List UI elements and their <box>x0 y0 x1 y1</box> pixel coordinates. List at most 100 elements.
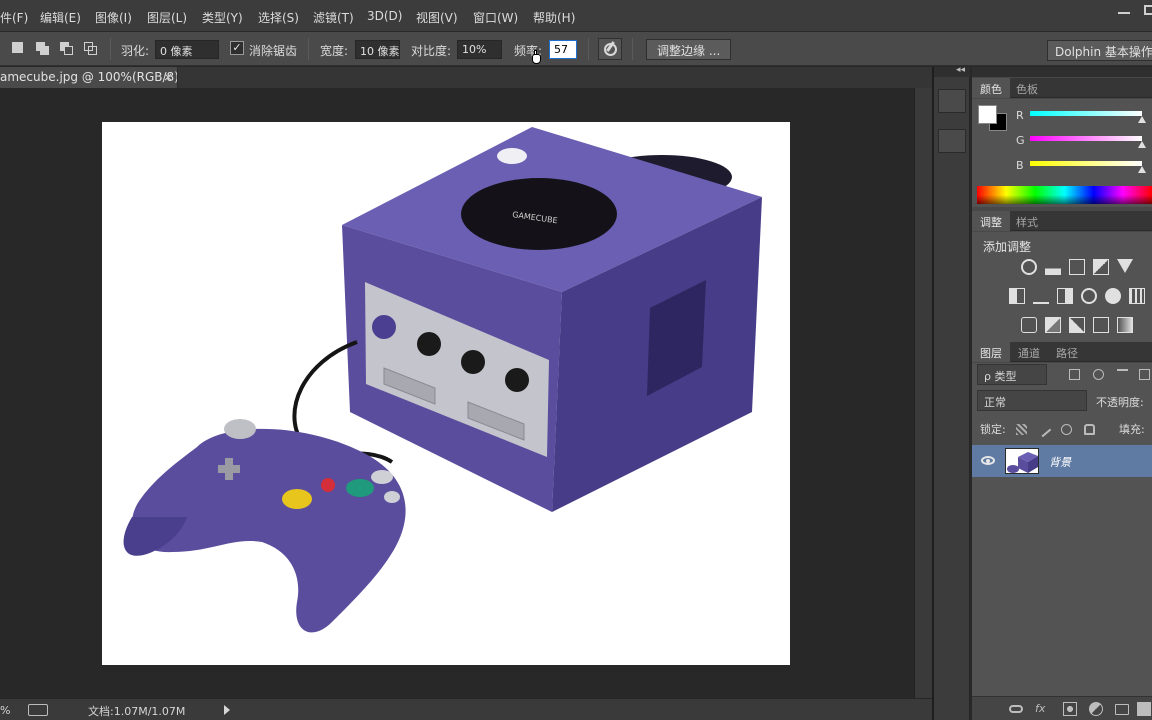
separator <box>632 38 633 60</box>
new-layer-icon[interactable] <box>1137 702 1151 716</box>
channel-b-label: B <box>1016 159 1024 172</box>
maximize-icon[interactable] <box>1134 2 1152 18</box>
filter-shape-icon[interactable] <box>1139 369 1150 380</box>
vertical-scrollbar[interactable] <box>914 88 932 698</box>
status-info-icon[interactable] <box>28 704 48 716</box>
color-spectrum-bar[interactable] <box>977 186 1152 204</box>
refine-edge-button[interactable]: 调整边缘 ... <box>646 39 732 60</box>
curves-icon[interactable] <box>1069 259 1085 275</box>
close-tab-icon[interactable]: × <box>163 70 173 84</box>
filter-type-icon[interactable] <box>1117 369 1128 380</box>
panel-dock: 颜色 色板 R G B 调整 样式 添加调整 图层 通道 路径 ρ 类型 正常 … <box>972 67 1152 720</box>
channel-b-thumb[interactable] <box>1138 166 1146 173</box>
properties-panel-icon[interactable] <box>938 129 966 153</box>
menu-view[interactable]: 视图(V) <box>416 9 458 26</box>
menu-edit[interactable]: 编辑(E) <box>40 9 81 26</box>
layer-row-background[interactable]: 背景 <box>972 445 1152 477</box>
workspace-switcher[interactable]: Dolphin 基本操作窗口 <box>1047 40 1152 61</box>
status-bar: % 文档:1.07M/1.07M <box>0 698 932 720</box>
threshold-icon[interactable] <box>1069 317 1085 333</box>
vibrance-icon[interactable] <box>1117 259 1133 273</box>
channel-b-slider[interactable] <box>1030 161 1142 166</box>
menu-window[interactable]: 窗口(W) <box>473 9 518 26</box>
filter-adjustment-icon[interactable] <box>1093 369 1104 380</box>
link-layers-icon[interactable] <box>1009 705 1023 713</box>
photo-filter-icon[interactable] <box>1081 288 1097 304</box>
document-tab[interactable]: amecube.jpg @ 100%(RGB/8) × <box>0 67 178 88</box>
add-mask-icon[interactable] <box>1063 702 1077 716</box>
fx-icon[interactable]: fx <box>1035 702 1049 716</box>
image-canvas[interactable]: GAMECUBE <box>102 122 790 665</box>
tab-paths[interactable]: 路径 <box>1048 342 1086 362</box>
new-adjustment-icon[interactable] <box>1089 702 1103 716</box>
lock-brush-icon[interactable] <box>1035 421 1052 438</box>
layer-filter-select[interactable]: ρ 类型 <box>977 364 1047 385</box>
tab-styles[interactable]: 样式 <box>1008 211 1046 231</box>
menu-image[interactable]: 图像(I) <box>95 9 132 26</box>
channel-g-thumb[interactable] <box>1138 141 1146 148</box>
selective-color-icon[interactable] <box>1093 317 1109 333</box>
stylus-pressure-icon[interactable] <box>598 38 622 60</box>
tab-color[interactable]: 颜色 <box>972 78 1010 98</box>
color-balance-icon[interactable] <box>1033 288 1049 304</box>
lock-label: 锁定: <box>980 423 1006 436</box>
color-panel-tabs: 颜色 色板 <box>972 78 1152 98</box>
channel-r-thumb[interactable] <box>1138 116 1146 123</box>
brightness-icon[interactable] <box>1021 259 1037 275</box>
tab-channels[interactable]: 通道 <box>1010 342 1048 362</box>
menu-3d[interactable]: 3D(D) <box>367 9 402 23</box>
document-tab-bar: amecube.jpg @ 100%(RGB/8) × <box>0 67 932 88</box>
contrast-label: 对比度: <box>411 44 452 58</box>
filter-pixel-icon[interactable] <box>1069 369 1080 380</box>
channel-r-slider[interactable] <box>1030 111 1142 116</box>
add-selection-icon[interactable] <box>34 40 50 56</box>
subtract-selection-icon[interactable] <box>58 40 74 56</box>
antialias-checkbox[interactable]: ✓ <box>230 41 244 55</box>
menu-file[interactable]: 件(F) <box>0 9 28 26</box>
menu-filter[interactable]: 滤镜(T) <box>313 9 354 26</box>
tab-swatches[interactable]: 色板 <box>1008 78 1046 98</box>
channel-mixer-icon[interactable] <box>1105 288 1121 304</box>
menu-layer[interactable]: 图层(L) <box>147 9 187 26</box>
levels-icon[interactable] <box>1045 259 1061 275</box>
collapsed-panel-strip: ◂◂ <box>934 65 970 720</box>
lock-transparent-icon[interactable] <box>1016 424 1027 435</box>
blend-mode-select[interactable]: 正常 <box>977 390 1087 411</box>
layers-footer: fx <box>972 696 1152 720</box>
layer-name[interactable]: 背景 <box>1049 454 1071 470</box>
color-lookup-icon[interactable] <box>1129 288 1145 304</box>
frequency-input[interactable]: 57 <box>549 40 577 59</box>
contrast-input[interactable]: 10% <box>457 40 502 59</box>
canvas-area[interactable]: GAMECUBE <box>0 88 914 698</box>
invert-icon[interactable] <box>1021 317 1037 333</box>
history-panel-icon[interactable] <box>938 89 966 113</box>
hand-cursor-icon <box>531 50 543 66</box>
lock-move-icon[interactable] <box>1061 424 1072 435</box>
channel-g-slider[interactable] <box>1030 136 1142 141</box>
layers-panel-tabs: 图层 通道 路径 <box>972 342 1152 362</box>
black-white-icon[interactable] <box>1057 288 1073 304</box>
foreground-color-swatch[interactable] <box>978 105 997 124</box>
menu-select[interactable]: 选择(S) <box>258 9 299 26</box>
intersect-selection-icon[interactable] <box>82 40 98 56</box>
new-selection-icon[interactable] <box>10 40 26 56</box>
feather-input[interactable]: 0 像素 <box>155 40 219 59</box>
hue-saturation-icon[interactable] <box>1009 288 1025 304</box>
visibility-eye-icon[interactable] <box>981 456 995 465</box>
exposure-icon[interactable] <box>1093 259 1109 275</box>
layers-panel: ρ 类型 正常 不透明度: 锁定: 填充: 背景 <box>972 363 1152 696</box>
collapse-chevron-icon[interactable]: ◂◂ <box>956 65 965 75</box>
tab-adjustments[interactable]: 调整 <box>972 211 1010 231</box>
options-bar: 羽化: 0 像素 ✓ 消除锯齿 宽度: 10 像素 对比度: 10% 频率: 5… <box>0 32 1152 66</box>
separator <box>308 38 309 60</box>
tab-layers[interactable]: 图层 <box>972 342 1010 362</box>
lock-all-icon[interactable] <box>1084 424 1095 435</box>
menu-help[interactable]: 帮助(H) <box>533 9 575 26</box>
new-group-icon[interactable] <box>1115 704 1129 715</box>
posterize-icon[interactable] <box>1045 317 1061 333</box>
status-menu-arrow-icon[interactable] <box>224 705 230 715</box>
width-input[interactable]: 10 像素 <box>355 40 400 59</box>
zoom-level[interactable]: % <box>0 704 10 717</box>
gradient-map-icon[interactable] <box>1117 317 1133 333</box>
menu-type[interactable]: 类型(Y) <box>202 9 243 26</box>
